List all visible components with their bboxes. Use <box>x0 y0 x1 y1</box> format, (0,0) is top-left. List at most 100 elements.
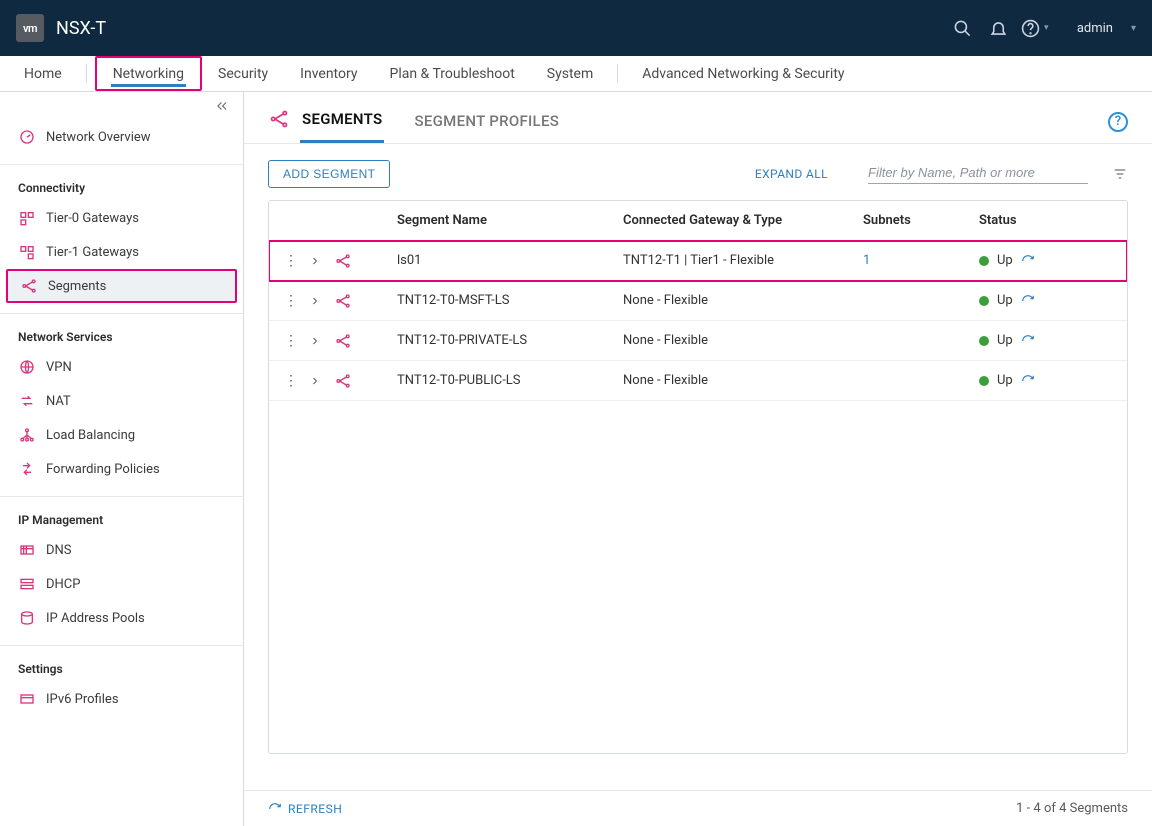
sidebar-item-label: Load Balancing <box>46 428 135 443</box>
nav-divider <box>617 64 618 83</box>
search-icon[interactable] <box>945 10 981 46</box>
sidebar-item-dns[interactable]: DNS <box>0 533 243 567</box>
pagination-summary: 1 - 4 of 4 Segments <box>1016 801 1128 816</box>
status-dot-icon <box>979 296 989 306</box>
brand-logo: vm <box>16 14 44 42</box>
ipv6-icon <box>18 690 36 708</box>
tab-segment-profiles[interactable]: SEGMENT PROFILES <box>412 112 561 142</box>
top-bar: vm NSX-T ▾ admin ▾ <box>0 0 1152 56</box>
sidebar-heading-settings: Settings <box>0 652 243 682</box>
nav-advanced[interactable]: Advanced Networking & Security <box>626 56 860 91</box>
ip-pools-icon <box>18 609 36 627</box>
nav-system[interactable]: System <box>531 56 609 91</box>
column-connected-gateway[interactable]: Connected Gateway & Type <box>615 213 855 228</box>
user-menu[interactable]: admin ▾ <box>1077 21 1136 36</box>
refresh-status-icon[interactable] <box>1021 254 1035 268</box>
refresh-button[interactable]: REFRESH <box>268 802 342 816</box>
tab-segments[interactable]: SEGMENTS <box>300 110 384 143</box>
cell-segment-name: TNT12-T0-MSFT-LS <box>389 293 615 308</box>
sidebar-collapse-icon[interactable] <box>0 92 243 120</box>
sidebar-item-label: Network Overview <box>46 130 151 145</box>
column-segment-name[interactable]: Segment Name <box>389 213 615 228</box>
expand-all-link[interactable]: EXPAND ALL <box>755 167 828 181</box>
sidebar-item-ip-address-pools[interactable]: IP Address Pools <box>0 601 243 635</box>
cell-segment-name: ls01 <box>389 253 615 268</box>
forwarding-icon <box>18 460 36 478</box>
expand-row-icon[interactable] <box>303 375 327 387</box>
status-dot-icon <box>979 336 989 346</box>
nav-security[interactable]: Security <box>202 56 284 91</box>
segment-icon <box>327 253 359 269</box>
filter-field[interactable] <box>868 165 1088 184</box>
sidebar-heading-ip-management: IP Management <box>0 503 243 533</box>
table-row: ⋮ TNT12-T0-PRIVATE-LS None - Flexible Up <box>269 321 1127 361</box>
column-subnets[interactable]: Subnets <box>855 213 971 228</box>
sidebar-item-ipv6-profiles[interactable]: IPv6 Profiles <box>0 682 243 716</box>
nav-divider <box>86 64 87 83</box>
cell-segment-name: TNT12-T0-PRIVATE-LS <box>389 333 615 348</box>
expand-row-icon[interactable] <box>303 335 327 347</box>
row-actions-icon[interactable]: ⋮ <box>279 293 303 309</box>
sidebar-item-network-overview[interactable]: Network Overview <box>0 120 243 154</box>
content-tabs: SEGMENTS SEGMENT PROFILES ? <box>244 92 1152 144</box>
sidebar-item-segments[interactable]: Segments <box>6 269 237 303</box>
nav-networking[interactable]: Networking <box>95 56 202 91</box>
table-row: ⋮ TNT12-T0-MSFT-LS None - Flexible Up <box>269 281 1127 321</box>
content-pane: SEGMENTS SEGMENT PROFILES ? ADD SEGMENT … <box>244 92 1152 826</box>
filter-input[interactable] <box>868 165 1088 180</box>
cell-segment-name: TNT12-T0-PUBLIC-LS <box>389 373 615 388</box>
sidebar: Network Overview Connectivity Tier-0 Gat… <box>0 92 244 826</box>
segment-icon <box>327 373 359 389</box>
nav-inventory[interactable]: Inventory <box>284 56 373 91</box>
vpn-icon <box>18 358 36 376</box>
add-segment-button[interactable]: ADD SEGMENT <box>268 160 390 188</box>
cell-status: Up <box>997 253 1013 268</box>
cell-gateway: None - Flexible <box>615 293 855 308</box>
help-menu[interactable]: ▾ <box>1017 10 1053 46</box>
sidebar-heading-network-services: Network Services <box>0 320 243 350</box>
sidebar-item-label: NAT <box>46 394 71 409</box>
row-actions-icon[interactable]: ⋮ <box>279 253 303 269</box>
sidebar-item-label: IP Address Pools <box>46 611 145 626</box>
sidebar-item-label: DNS <box>46 543 72 558</box>
sidebar-item-label: VPN <box>46 360 72 375</box>
cell-status: Up <box>997 373 1013 388</box>
column-status[interactable]: Status <box>971 213 1127 228</box>
action-bar: ADD SEGMENT EXPAND ALL <box>244 144 1152 200</box>
row-actions-icon[interactable]: ⋮ <box>279 373 303 389</box>
sidebar-item-label: Segments <box>48 279 106 294</box>
dashboard-icon <box>18 128 36 146</box>
sidebar-item-dhcp[interactable]: DHCP <box>0 567 243 601</box>
sidebar-item-forwarding-policies[interactable]: Forwarding Policies <box>0 452 243 486</box>
nav-plan-troubleshoot[interactable]: Plan & Troubleshoot <box>373 56 530 91</box>
user-name: admin <box>1077 21 1113 36</box>
row-actions-icon[interactable]: ⋮ <box>279 333 303 349</box>
filter-icon[interactable] <box>1112 166 1128 182</box>
dns-icon <box>18 541 36 559</box>
gateway-icon <box>18 243 36 261</box>
refresh-status-icon[interactable] <box>1021 294 1035 308</box>
expand-row-icon[interactable] <box>303 255 327 267</box>
table-row: ⋮ TNT12-T0-PUBLIC-LS None - Flexible Up <box>269 361 1127 401</box>
table-header: Segment Name Connected Gateway & Type Su… <box>269 201 1127 241</box>
status-dot-icon <box>979 376 989 386</box>
cell-subnets-link[interactable]: 1 <box>863 253 870 268</box>
segment-icon <box>327 333 359 349</box>
nav-home[interactable]: Home <box>8 56 78 91</box>
refresh-status-icon[interactable] <box>1021 374 1035 388</box>
sidebar-item-vpn[interactable]: VPN <box>0 350 243 384</box>
sidebar-item-load-balancing[interactable]: Load Balancing <box>0 418 243 452</box>
sidebar-heading-connectivity: Connectivity <box>0 171 243 201</box>
table-footer: REFRESH 1 - 4 of 4 Segments <box>244 790 1152 826</box>
notifications-icon[interactable] <box>981 10 1017 46</box>
sidebar-item-tier0-gateways[interactable]: Tier-0 Gateways <box>0 201 243 235</box>
help-icon[interactable]: ? <box>1108 112 1128 132</box>
refresh-status-icon[interactable] <box>1021 334 1035 348</box>
sidebar-item-tier1-gateways[interactable]: Tier-1 Gateways <box>0 235 243 269</box>
expand-row-icon[interactable] <box>303 295 327 307</box>
chevron-down-icon: ▾ <box>1131 23 1136 34</box>
sidebar-item-label: Tier-1 Gateways <box>46 245 139 260</box>
segments-table: Segment Name Connected Gateway & Type Su… <box>268 200 1128 754</box>
sidebar-item-nat[interactable]: NAT <box>0 384 243 418</box>
cell-status: Up <box>997 293 1013 308</box>
